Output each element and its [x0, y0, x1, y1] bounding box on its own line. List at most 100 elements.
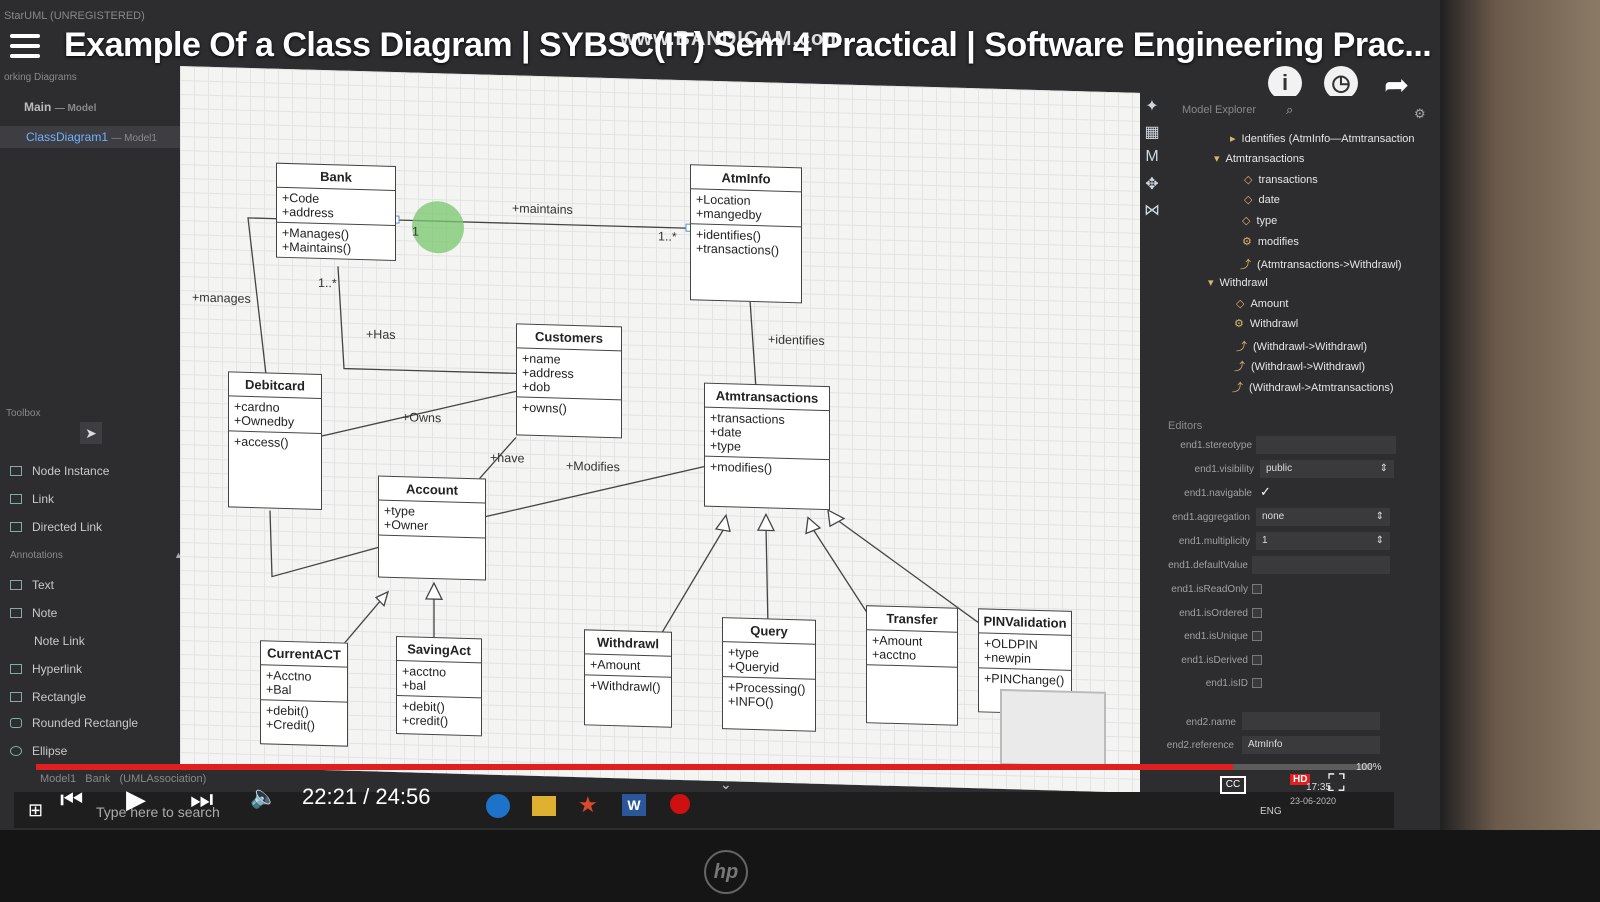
- windows-start-icon[interactable]: ⊞: [28, 800, 43, 821]
- markdown-icon[interactable]: M: [1142, 148, 1162, 168]
- search-icon[interactable]: ⌕: [1286, 102, 1293, 118]
- menu-icon[interactable]: [10, 34, 40, 60]
- file-explorer-icon[interactable]: [532, 796, 556, 816]
- view-tool-strip: ✦ ▦ M ✥ ⋈: [1142, 90, 1168, 300]
- is-unique-checkbox[interactable]: [1252, 631, 1262, 641]
- navigable-checkbox[interactable]: ✓: [1260, 484, 1271, 500]
- multiplicity-select[interactable]: 1 ⇕: [1256, 532, 1390, 550]
- app-star-icon[interactable]: ★: [578, 792, 598, 818]
- play-icon[interactable]: ▶: [126, 784, 146, 815]
- class-query[interactable]: Query +type +Queryid +Processing() +INFO(): [722, 617, 816, 732]
- end2-reference-field[interactable]: AtmInfo: [1242, 736, 1380, 754]
- explorer-row[interactable]: ◇ type: [1242, 214, 1277, 227]
- class-bank[interactable]: Bank +Code +address +Manages() +Maintains(…: [276, 162, 396, 262]
- chevron-down-icon[interactable]: ▾: [1208, 277, 1214, 289]
- annotations-title[interactable]: Annotations: [10, 550, 63, 561]
- tool-rounded-rectangle[interactable]: Rounded Rectangle: [10, 716, 138, 730]
- is-read-only-checkbox[interactable]: [1252, 584, 1262, 594]
- edge-browser-icon[interactable]: [486, 794, 510, 818]
- taskbar-date[interactable]: 23-06-2020: [1290, 796, 1336, 806]
- edge-debitcard-account[interactable]: [269, 510, 379, 580]
- language-indicator[interactable]: ENG: [1260, 806, 1282, 817]
- label-manages: +manages: [192, 290, 251, 306]
- tool-rounded-rectangle-label: Rounded Rectangle: [32, 716, 139, 730]
- tool-hyperlink[interactable]: Hyperlink: [10, 662, 82, 676]
- tool-ellipse[interactable]: Ellipse: [10, 744, 67, 758]
- share-icon[interactable]: ➦: [1384, 68, 1418, 102]
- explorer-row[interactable]: ⤴ (Atmtransactions->Withdrawl): [1240, 256, 1402, 272]
- is-ordered-checkbox[interactable]: [1252, 608, 1262, 618]
- info-icon[interactable]: i: [1268, 66, 1302, 100]
- explorer-row[interactable]: ◇ date: [1244, 193, 1280, 206]
- tool-link[interactable]: Link: [10, 492, 54, 506]
- taskbar-clock[interactable]: 17:35: [1306, 782, 1331, 793]
- class-debitcard[interactable]: Debitcard +cardno +Ownedby +access(): [228, 371, 322, 510]
- tool-rectangle[interactable]: Rectangle: [10, 690, 86, 704]
- aggregation-select[interactable]: none ⇕: [1256, 508, 1390, 526]
- end2-name-field[interactable]: [1242, 712, 1380, 730]
- diagram-classdiagram1[interactable]: ClassDiagram1 — Model1: [0, 126, 188, 148]
- stereotype-field[interactable]: [1256, 436, 1396, 454]
- class-account[interactable]: Account +type +Owner: [378, 475, 486, 581]
- tool-note[interactable]: Note: [10, 606, 57, 620]
- attribute: +type: [710, 438, 741, 454]
- visibility-select[interactable]: public ⇕: [1260, 460, 1394, 478]
- explorer-row[interactable]: ⚙ Withdrawl: [1234, 317, 1298, 330]
- word-icon[interactable]: W: [622, 794, 646, 816]
- edge-atminfo-atmtransactions[interactable]: [749, 299, 757, 389]
- navigate-icon[interactable]: ✥: [1142, 174, 1162, 194]
- class-transfer[interactable]: Transfer +Amount +acctno: [866, 605, 958, 726]
- explorer-row[interactable]: ▸ Identifies (AtmInfo—Atmtransaction: [1230, 132, 1415, 145]
- chevron-down-icon[interactable]: ⌄: [720, 776, 732, 793]
- edge-withdrawl-atmtransactions[interactable]: [657, 523, 727, 641]
- chevron-down-icon[interactable]: ▾: [1214, 153, 1220, 165]
- extensions-icon[interactable]: ✦: [1142, 96, 1162, 116]
- pointer-tool-icon[interactable]: ➤: [80, 422, 102, 444]
- gear-icon[interactable]: ⚙: [1414, 106, 1426, 122]
- captions-icon[interactable]: CC: [1220, 776, 1246, 794]
- explorer-row[interactable]: ◇ Amount: [1236, 297, 1288, 310]
- class-withdrawl[interactable]: Withdrawl +Amount +Withdrawl(): [584, 629, 672, 728]
- explorer-row[interactable]: ▾ Withdrawl: [1208, 276, 1268, 289]
- default-value-field[interactable]: [1252, 556, 1390, 574]
- edge-transfer-atmtransactions[interactable]: [811, 527, 871, 618]
- is-id-checkbox[interactable]: [1252, 678, 1262, 688]
- attribute: +Amount: [590, 657, 641, 673]
- class-atminfo[interactable]: AtmInfo +Location +mangedby +identifies()…: [690, 164, 802, 304]
- explorer-row[interactable]: ⚙ modifies: [1242, 235, 1299, 248]
- tool-note-link[interactable]: Note Link: [10, 634, 85, 648]
- tool-node-instance[interactable]: Node Instance: [10, 464, 109, 478]
- diagram-minimap[interactable]: [1000, 688, 1106, 768]
- diagram-canvas[interactable]: Bank +Code +address +Manages() +Maintains(…: [180, 66, 1140, 793]
- link-icon: [10, 494, 22, 504]
- video-progress-bar[interactable]: [36, 764, 1372, 770]
- explorer-row[interactable]: ⤴ (Withdrawl->Withdrawl): [1236, 338, 1367, 354]
- class-atmtransactions[interactable]: Atmtransactions +transactions +date +type …: [704, 382, 830, 511]
- class-currentact[interactable]: CurrentACT +Acctno +Bal +debit() +Credit(): [260, 640, 348, 747]
- edge-bank-debitcard[interactable]: [247, 217, 278, 375]
- class-operations: [867, 665, 957, 728]
- class-customers[interactable]: Customers +name +address +dob +owns(): [516, 323, 622, 439]
- watch-later-icon[interactable]: ◷: [1324, 66, 1358, 100]
- layout-icon[interactable]: ▦: [1142, 122, 1162, 142]
- explorer-row[interactable]: ◇ transactions: [1244, 173, 1318, 186]
- next-icon[interactable]: ⏭: [190, 784, 213, 816]
- previous-icon[interactable]: ⏮: [60, 784, 83, 816]
- volume-icon[interactable]: 🔈: [250, 784, 277, 810]
- edge-bank-customers[interactable]: [337, 266, 516, 375]
- tool-text[interactable]: Text: [10, 578, 54, 592]
- explorer-row[interactable]: ⤴ (Withdrawl->Withdrawl): [1234, 358, 1365, 374]
- tool-directed-link[interactable]: Directed Link: [10, 520, 102, 534]
- explorer-row[interactable]: ▾ Atmtransactions: [1214, 152, 1304, 165]
- record-icon[interactable]: [670, 794, 690, 814]
- explorer-row[interactable]: ⤴ (Withdrawl->Atmtransactions): [1232, 379, 1394, 395]
- attribute: +newpin: [984, 650, 1031, 666]
- edge-query-atmtransactions[interactable]: [765, 526, 769, 629]
- is-derived-checkbox[interactable]: [1252, 655, 1262, 665]
- diagram-main[interactable]: Main — Model: [24, 100, 96, 114]
- tool-text-label: Text: [32, 578, 55, 592]
- share-graph-icon[interactable]: ⋈: [1142, 200, 1162, 220]
- label-maintains: +maintains: [512, 201, 573, 217]
- class-savingact[interactable]: SavingAct +acctno +bal +debit() +credit(): [396, 636, 482, 737]
- chevron-right-icon[interactable]: ▸: [1230, 133, 1236, 145]
